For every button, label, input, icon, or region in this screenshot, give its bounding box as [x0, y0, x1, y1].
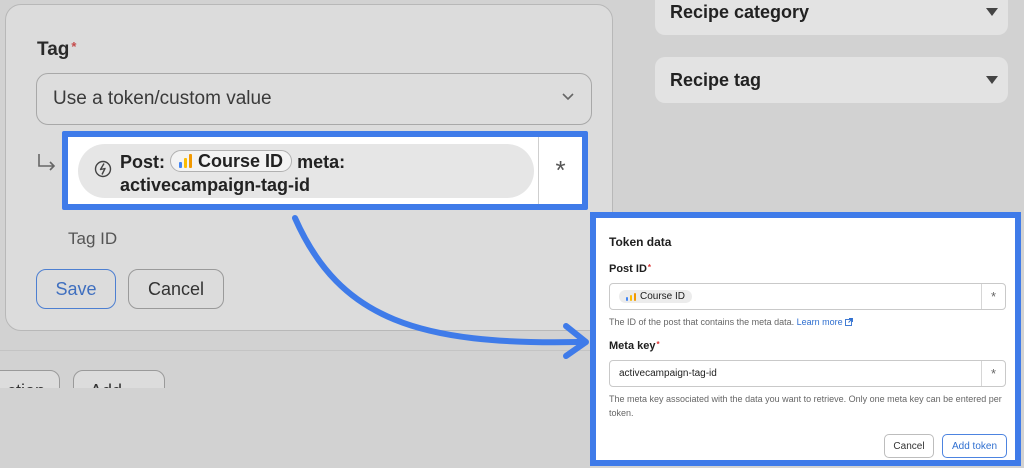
cancel-button[interactable]: Cancel	[128, 269, 224, 309]
token-value-field[interactable]: Post: Course ID meta: activecampaign-tag…	[62, 131, 588, 210]
learn-more-link[interactable]: Learn more	[797, 317, 854, 327]
post-id-help: The ID of the post that contains the met…	[609, 315, 1004, 329]
dialog-cancel-button[interactable]: Cancel	[884, 434, 934, 458]
post-id-field[interactable]: Course ID *	[609, 283, 1006, 310]
tag-select[interactable]: Use a token/custom value	[36, 73, 592, 125]
token-prefix: Post:	[120, 152, 165, 172]
course-id-chip-label: Course ID	[198, 150, 284, 171]
recipe-tag-accordion[interactable]: Recipe tag	[655, 57, 1008, 103]
external-link-icon	[845, 318, 854, 326]
recipe-tag-label: Recipe tag	[670, 69, 762, 90]
bar-chart-icon	[179, 154, 193, 168]
required-mark: *	[71, 39, 77, 54]
post-id-token-button[interactable]: *	[981, 284, 1005, 309]
meta-key-help: The meta key associated with the data yo…	[609, 394, 1002, 418]
bolt-icon	[94, 160, 112, 178]
recipe-category-label: Recipe category	[670, 1, 810, 22]
tag-id-label: Tag ID	[68, 229, 118, 248]
dialog-title: Token data	[609, 235, 672, 249]
chevron-down-icon	[986, 76, 998, 84]
token-pill[interactable]: Post: Course ID meta: activecampaign-tag…	[78, 144, 534, 198]
tag-select-value: Use a token/custom value	[53, 88, 272, 109]
chevron-down-icon	[562, 93, 574, 101]
save-button[interactable]: Save	[36, 269, 116, 309]
token-meta-key: activecampaign-tag-id	[120, 175, 311, 195]
post-id-label: Post ID*	[609, 263, 652, 275]
meta-key-field[interactable]: activecampaign-tag-id *	[609, 360, 1006, 387]
meta-key-label: Meta key*	[609, 340, 660, 352]
tag-field-label: Tag *	[37, 39, 77, 60]
meta-key-value: activecampaign-tag-id	[619, 368, 717, 379]
return-arrow-icon	[38, 154, 56, 171]
section-divider	[0, 350, 622, 351]
recipe-category-accordion[interactable]: Recipe category	[655, 0, 1008, 35]
token-suffix: meta:	[297, 152, 346, 172]
token-picker-button[interactable]: *	[538, 137, 582, 204]
add-token-button[interactable]: Add token	[942, 434, 1007, 458]
background-area	[0, 388, 600, 468]
chevron-down-icon	[986, 8, 998, 16]
course-id-chip: Course ID	[619, 290, 693, 303]
token-data-dialog: Token data Post ID* Course ID * The ID o…	[590, 212, 1021, 466]
bar-chart-icon	[626, 292, 636, 301]
course-id-chip-label: Course ID	[640, 291, 686, 302]
meta-key-token-button[interactable]: *	[981, 361, 1005, 386]
course-id-chip: Course ID	[170, 150, 293, 172]
